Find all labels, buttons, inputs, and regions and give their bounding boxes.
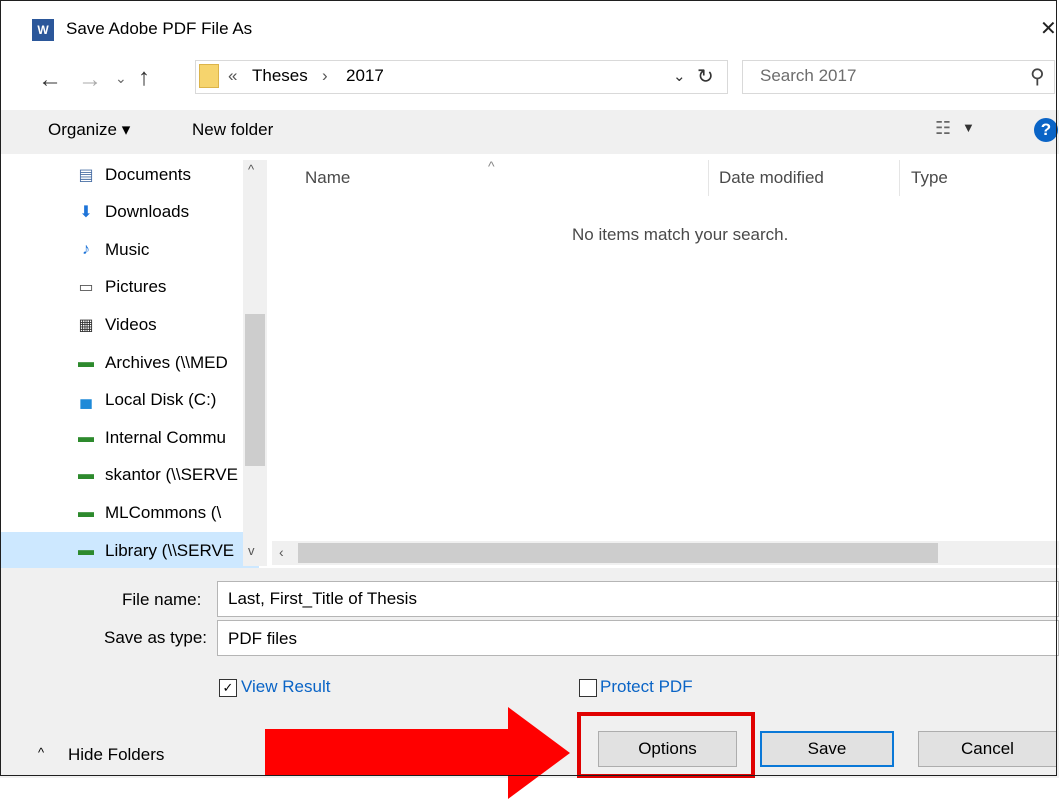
close-icon[interactable]: ✕ bbox=[1040, 16, 1057, 41]
folder-icon bbox=[199, 64, 219, 88]
sidebar-item[interactable]: ▦ Videos bbox=[1, 306, 259, 343]
organize-button[interactable]: Organize ▾ bbox=[48, 120, 130, 140]
save-as-type-select[interactable]: PDF files bbox=[217, 620, 1059, 656]
sidebar-item-label: Local Disk (C:) bbox=[105, 390, 217, 410]
sidebar-item[interactable]: ▬ Internal Commu bbox=[1, 419, 259, 456]
sidebar-item-label: Videos bbox=[105, 314, 157, 334]
breadcrumb-separator-icon[interactable]: › bbox=[322, 66, 328, 86]
sidebar-item[interactable]: ▬ skantor (\\SERVE bbox=[1, 457, 259, 494]
network-drive-icon: ▬ bbox=[78, 503, 94, 521]
sidebar-item[interactable]: ▄ Local Disk (C:) bbox=[1, 382, 259, 419]
nav-scroll-up-icon[interactable]: ^ bbox=[248, 162, 254, 177]
column-divider[interactable] bbox=[899, 160, 900, 196]
music-icon: ♪ bbox=[82, 240, 90, 258]
videos-icon: ▦ bbox=[78, 316, 94, 334]
sidebar-item-label: Music bbox=[105, 239, 150, 259]
empty-list-message: No items match your search. bbox=[572, 225, 789, 244]
network-drive-icon: ▬ bbox=[78, 466, 94, 484]
forward-arrow-icon[interactable]: → bbox=[78, 66, 102, 94]
documents-icon: ▤ bbox=[78, 166, 94, 184]
sidebar-item-label: Library (\\SERVE bbox=[105, 540, 235, 560]
column-type[interactable]: Type bbox=[911, 168, 948, 188]
address-dropdown-icon[interactable]: ⌄ bbox=[673, 67, 686, 85]
view-result-checkbox[interactable]: ✓ bbox=[219, 679, 237, 697]
hide-folders-button[interactable]: Hide Folders bbox=[68, 745, 164, 765]
sort-ascending-icon: ^ bbox=[488, 158, 495, 174]
file-name-label: File name: bbox=[122, 590, 202, 609]
column-divider[interactable] bbox=[708, 160, 709, 196]
sidebar-item[interactable]: ♪ Music bbox=[1, 231, 259, 268]
sidebar-item-label: Internal Commu bbox=[105, 427, 226, 447]
navigation-pane[interactable]: ▤ Documents ⬇ Downloads ♪ Music ▭ Pictures ▦ Vide… bbox=[1, 154, 271, 568]
view-dropdown-icon[interactable]: ▼ bbox=[962, 120, 975, 135]
file-name-input[interactable] bbox=[217, 581, 1059, 617]
save-as-type-label: Save as type: bbox=[104, 628, 208, 647]
protect-pdf-label[interactable]: Protect PDF bbox=[600, 677, 693, 697]
sidebar-item-label: Downloads bbox=[105, 202, 190, 222]
new-folder-button[interactable]: New folder bbox=[192, 120, 273, 140]
network-drive-icon: ▬ bbox=[78, 428, 94, 446]
sidebar-item[interactable]: ▬ Library (\\SERVE bbox=[1, 532, 259, 568]
view-options-icon[interactable]: ☷ bbox=[935, 118, 951, 139]
search-placeholder: Search 2017 bbox=[760, 66, 857, 85]
breadcrumb-overflow[interactable]: « bbox=[228, 66, 237, 86]
sidebar-item[interactable]: ▬ Archives (\\MED bbox=[1, 344, 259, 381]
sidebar-item-label: Pictures bbox=[105, 277, 167, 297]
word-icon: W bbox=[32, 19, 54, 41]
downloads-icon: ⬇ bbox=[79, 204, 93, 222]
breadcrumb-theses[interactable]: Theses bbox=[252, 66, 308, 86]
protect-pdf-checkbox[interactable] bbox=[579, 679, 597, 697]
network-drive-icon: ▬ bbox=[78, 353, 94, 371]
pointer-arrow-head bbox=[508, 707, 570, 799]
list-horizontal-scrollbar-thumb[interactable] bbox=[298, 543, 938, 563]
chevron-up-icon[interactable]: ^ bbox=[38, 745, 44, 760]
sidebar-item[interactable]: ⬇ Downloads bbox=[1, 194, 259, 231]
sidebar-item[interactable]: ▤ Documents bbox=[1, 156, 259, 193]
column-name[interactable]: Name bbox=[305, 168, 350, 188]
sidebar-item[interactable]: ▭ Pictures bbox=[1, 269, 259, 306]
sidebar-item-label: MLCommons (\ bbox=[105, 502, 222, 522]
up-arrow-icon[interactable]: ↑ bbox=[138, 64, 150, 92]
local-disk-icon: ▄ bbox=[80, 391, 92, 409]
sidebar-item-label: skantor (\\SERVE bbox=[105, 465, 238, 485]
recent-locations-chevron-icon[interactable]: ⌄ bbox=[115, 70, 127, 87]
toolbar bbox=[0, 110, 1059, 154]
save-button[interactable]: Save bbox=[760, 731, 894, 767]
nav-scroll-down-icon[interactable]: v bbox=[248, 543, 255, 558]
breadcrumb-2017[interactable]: 2017 bbox=[346, 66, 384, 86]
refresh-icon[interactable]: ↻ bbox=[697, 64, 714, 89]
column-date-modified[interactable]: Date modified bbox=[719, 168, 824, 188]
pictures-icon: ▭ bbox=[78, 279, 94, 297]
sidebar-item-label: Archives (\\MED bbox=[105, 352, 228, 372]
sidebar-item[interactable]: ▬ MLCommons (\ bbox=[1, 494, 259, 531]
window-title: Save Adobe PDF File As bbox=[66, 19, 253, 38]
back-arrow-icon[interactable]: ← bbox=[38, 66, 62, 94]
view-result-label[interactable]: View Result bbox=[241, 677, 330, 697]
network-drive-icon: ▬ bbox=[78, 541, 94, 559]
scroll-left-icon[interactable]: ‹ bbox=[279, 544, 284, 560]
pointer-arrow-shaft bbox=[265, 729, 510, 776]
help-icon[interactable]: ? bbox=[1034, 118, 1058, 142]
nav-scrollbar-thumb[interactable] bbox=[245, 314, 265, 466]
options-highlight-box bbox=[577, 712, 755, 778]
cancel-button[interactable]: Cancel bbox=[918, 731, 1057, 767]
search-icon[interactable]: ⚲ bbox=[1030, 64, 1045, 89]
sidebar-item-label: Documents bbox=[105, 164, 191, 184]
